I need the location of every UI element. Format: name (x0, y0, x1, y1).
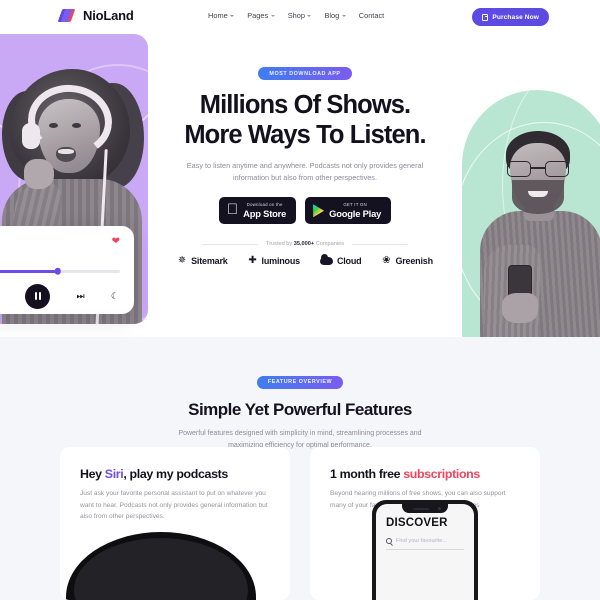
nav-label: Home (208, 11, 228, 20)
black-headphone-earcup-image (66, 532, 256, 600)
player-progress-knob[interactable] (54, 268, 61, 275)
nav-item-blog[interactable]: Blog (324, 11, 346, 20)
chevron-down-icon (270, 15, 275, 17)
heart-icon[interactable]: ❤ (112, 237, 120, 247)
hero-heading-line2: More Ways To Listen. (184, 120, 426, 149)
google-play-large-label: Google Play (323, 207, 381, 219)
feature-cards: Hey Siri, play my podcasts Just ask your… (0, 447, 600, 600)
brand-label: Cloud (336, 255, 362, 266)
man-with-phone-photo (480, 125, 600, 371)
moon-icon[interactable]: ☾ (111, 291, 119, 301)
title-part1: 1 month free (330, 467, 404, 481)
brand-label: Sitemark (191, 255, 228, 266)
chevron-down-icon (341, 15, 346, 17)
purchase-button-label: Purchase Now (492, 13, 539, 21)
glasses-icon (507, 161, 569, 177)
leaf-icon: ❀ (382, 254, 391, 266)
nav-item-pages[interactable]: Pages (247, 11, 275, 20)
plus-circle-icon: ✚ (248, 254, 257, 266)
google-play-icon (313, 204, 325, 218)
feature-card-siri[interactable]: Hey Siri, play my podcasts Just ask your… (60, 447, 290, 600)
feature-card-title: Hey Siri, play my podcasts (80, 467, 270, 481)
nav-label: Blog (324, 11, 340, 20)
trusted-suffix: Companies (314, 240, 345, 247)
trusted-count: 35,000+ (293, 240, 315, 247)
features-heading: Simple Yet Powerful Features (188, 399, 412, 419)
nav-label: Pages (247, 11, 269, 20)
phone-search-placeholder: Find your favourite... (396, 538, 447, 544)
brand-sitemark: ✵ Sitemark (177, 254, 228, 267)
phone-screen: DISCOVER Find your favourite... (376, 504, 474, 600)
phone-notch (402, 504, 448, 513)
nav-item-contact[interactable]: Contact (359, 11, 384, 20)
asterisk-icon: ✵ (177, 254, 187, 266)
chevron-down-icon (230, 15, 235, 17)
magnifier-icon (386, 538, 392, 544)
feature-card-title: 1 month free subscriptions (330, 467, 520, 481)
hero-right-image (448, 80, 600, 371)
divider-left (201, 243, 258, 245)
parallelogram-logo-icon (57, 8, 77, 23)
hero-badge: MOST DOWNLOAD APP (258, 67, 352, 80)
apple-icon:  (227, 202, 238, 217)
nav-item-shop[interactable]: Shop (288, 11, 312, 20)
nav-item-home[interactable]: Home (208, 11, 235, 20)
feature-card-body: Just ask your favorite personal assistan… (80, 490, 268, 521)
site-header: NioLand Home Pages Shop Blog Contact Pur… (0, 0, 600, 34)
brand-logos: ✵ Sitemark ✚ luminous Cloud ❀ Greenish (160, 254, 450, 267)
brand-label: luminous (261, 255, 301, 266)
feature-card-subscriptions[interactable]: 1 month free subscriptions Beyond hearin… (310, 447, 540, 600)
trusted-prefix: Trusted by (265, 240, 294, 247)
hero-content: MOST DOWNLOAD APP Millions Of Shows. Mor… (160, 34, 450, 266)
purchase-now-button[interactable]: Purchase Now (472, 8, 549, 26)
phone-screen-title: DISCOVER (386, 517, 448, 529)
player-controls: ⤨ ⏮ ⏭ ☾ (0, 283, 120, 309)
features-section: FEATURE OVERVIEW Simple Yet Powerful Fea… (0, 337, 600, 600)
brand-logo[interactable]: NioLand (57, 8, 134, 23)
app-store-button[interactable]:  Download on the App Store (218, 197, 297, 225)
hero-heading: Millions Of Shows. More Ways To Listen. (160, 91, 450, 151)
next-icon[interactable]: ⏭ (76, 291, 84, 301)
pause-button[interactable] (25, 283, 51, 309)
features-header: FEATURE OVERVIEW Simple Yet Powerful Fea… (0, 337, 600, 452)
google-play-button[interactable]: GET IT ON Google Play (305, 197, 392, 225)
chevron-down-icon (307, 15, 312, 17)
brand-label: Greenish (395, 255, 433, 266)
hero-section: Growth Alex Courtney ❤ ⤨ ⏮ ⏭ ☾ MOST DOWN… (0, 34, 600, 371)
player-progress-slider[interactable] (0, 268, 120, 275)
hero-paragraph: Easy to listen anytime and anywhere. Pod… (186, 160, 424, 183)
nav-label: Contact (358, 11, 385, 20)
divider-right (352, 243, 409, 245)
cart-icon (482, 13, 489, 21)
phone-search-field[interactable]: Find your favourite... (386, 538, 464, 550)
google-play-small-label: GET IT ON (337, 202, 366, 208)
app-store-small-label: Download on the (241, 202, 283, 208)
phone-mockup: DISCOVER Find your favourite... (372, 500, 478, 600)
title-accent: Siri (104, 467, 124, 481)
brand-greenish: ❀ Greenish (381, 254, 433, 267)
title-accent: subscriptions (403, 467, 480, 481)
hero-heading-line1: Millions Of Shows. (199, 91, 411, 119)
brand-name: NioLand (83, 8, 134, 23)
music-player-card: Growth Alex Courtney ❤ ⤨ ⏮ ⏭ ☾ (0, 226, 134, 314)
landing-page: NioLand Home Pages Shop Blog Contact Pur… (0, 0, 600, 600)
brand-luminous: ✚ luminous (248, 254, 301, 267)
app-store-large-label: App Store (237, 207, 286, 219)
main-navigation: Home Pages Shop Blog Contact (208, 11, 384, 20)
title-part2: , play my podcasts (123, 467, 228, 481)
cloud-icon (319, 254, 333, 266)
trusted-by-text: Trusted by 35,000+ Companies (266, 241, 344, 247)
features-badge: FEATURE OVERVIEW (256, 375, 344, 389)
store-buttons:  Download on the App Store GET IT ON Go… (160, 197, 450, 225)
trusted-by-row: Trusted by 35,000+ Companies (160, 241, 450, 247)
nav-label: Shop (287, 11, 305, 20)
brand-cloud: Cloud (319, 254, 362, 266)
title-part1: Hey (80, 467, 105, 481)
